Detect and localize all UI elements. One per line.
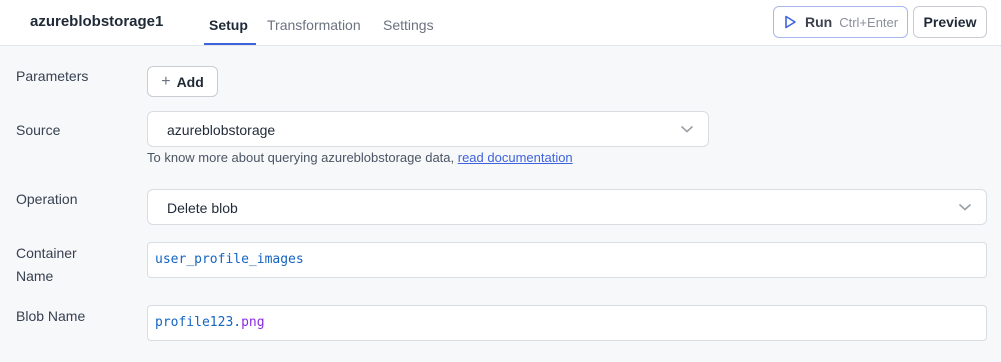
read-documentation-link[interactable]: read documentation: [458, 150, 573, 165]
container-name-input[interactable]: user_profile_images: [147, 242, 987, 278]
source-select[interactable]: azureblobstorage: [147, 111, 709, 147]
source-label: Source: [16, 122, 61, 138]
add-label: Add: [176, 73, 204, 90]
container-name-label: Container Name: [16, 242, 77, 288]
tab-setup[interactable]: Setup: [209, 17, 248, 33]
tab-settings[interactable]: Settings: [383, 17, 434, 33]
run-label: Run: [805, 14, 833, 30]
plus-icon: +: [161, 72, 171, 90]
run-button[interactable]: Run Ctrl+Enter: [773, 6, 908, 38]
container-label-line1: Container: [16, 245, 77, 261]
operation-select[interactable]: Delete blob: [147, 189, 987, 225]
source-value: azureblobstorage: [167, 122, 276, 138]
operation-value: Delete blob: [167, 200, 238, 216]
run-shortcut: Ctrl+Enter: [839, 14, 899, 30]
helper-text: To know more about querying azureblobsto…: [147, 150, 458, 165]
chevron-down-icon: [958, 203, 972, 211]
parameters-label: Parameters: [16, 68, 89, 84]
query-name[interactable]: azureblobstorage1: [30, 13, 163, 30]
container-label-line2: Name: [16, 268, 54, 284]
blob-name-extension: png: [241, 315, 265, 330]
query-header: azureblobstorage1 Setup Transformation S…: [0, 0, 1001, 46]
add-parameter-button[interactable]: + Add: [147, 66, 218, 97]
chevron-down-icon: [680, 125, 694, 133]
active-tab-indicator: [204, 43, 256, 45]
preview-button[interactable]: Preview: [913, 6, 987, 38]
blob-name-base: profile123.: [155, 315, 242, 330]
tab-transformation[interactable]: Transformation: [267, 17, 361, 33]
operation-label: Operation: [16, 191, 78, 207]
source-helper-text: To know more about querying azureblobsto…: [147, 150, 573, 165]
play-icon: [785, 15, 796, 29]
blob-name-label: Blob Name: [16, 308, 86, 324]
blob-name-input[interactable]: profile123.png: [147, 305, 987, 341]
